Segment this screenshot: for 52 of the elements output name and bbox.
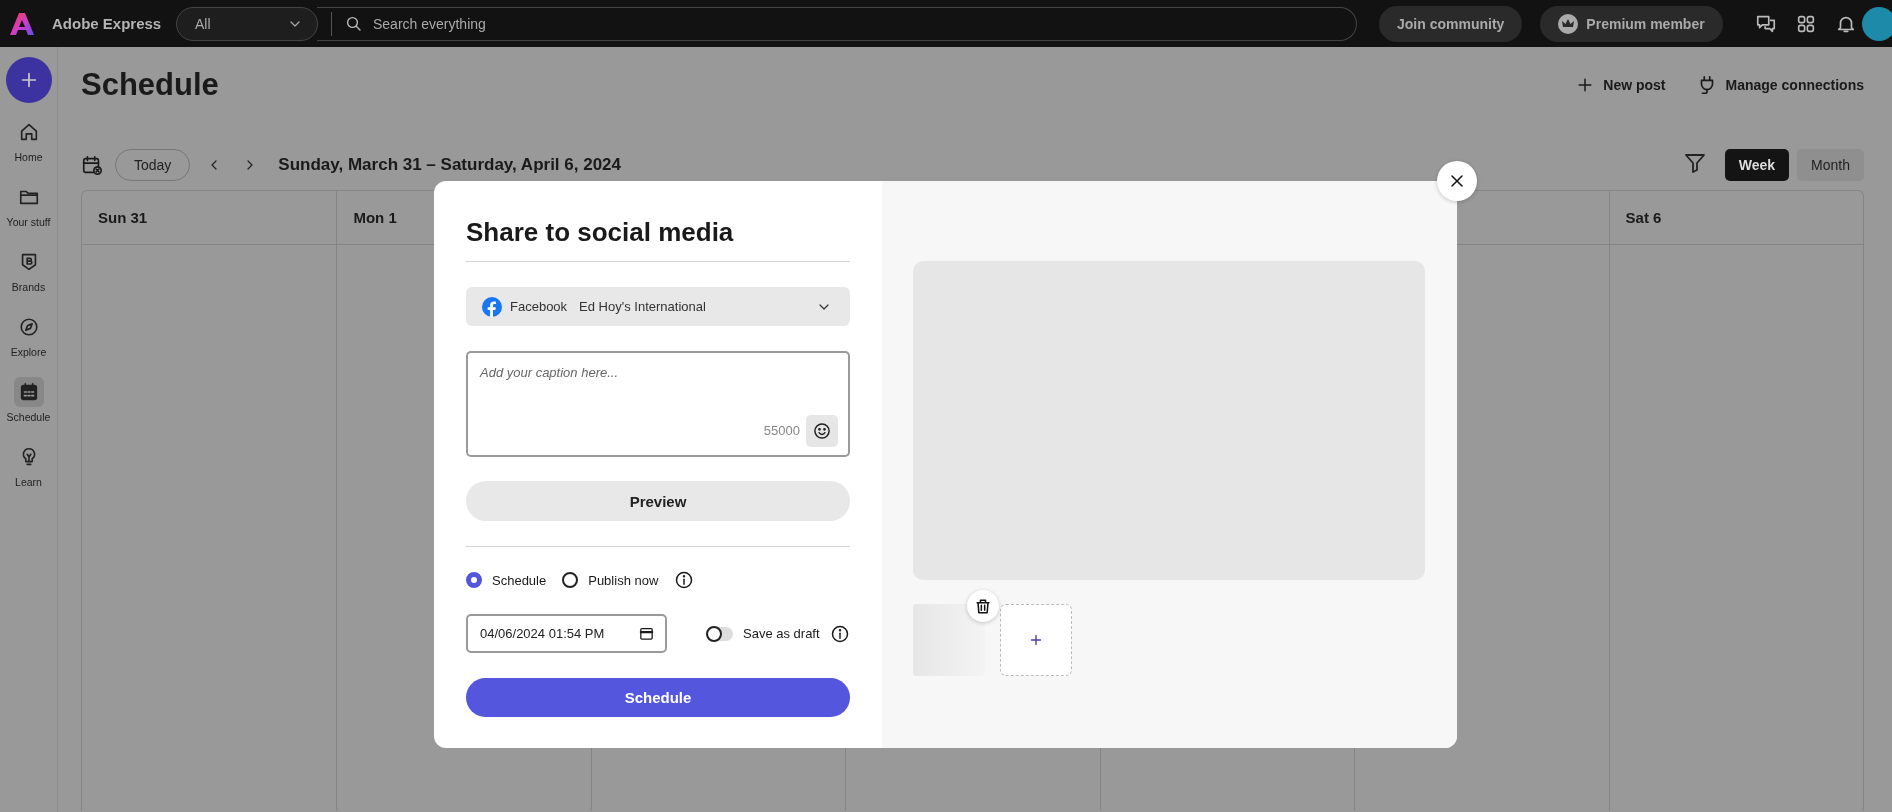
app-logo[interactable] [10,12,34,35]
radio-button[interactable] [466,572,482,588]
page-title: Schedule [81,67,220,103]
calendar-icon [81,154,103,176]
day-header: Sat 6 [1625,209,1662,226]
preview-button[interactable]: Preview [466,481,850,521]
date-range: Sunday, March 31 – Saturday, April 6, 2024 [278,155,622,175]
sidebar-item[interactable]: Your stuff [0,182,57,247]
media-thumbnail[interactable] [913,604,985,676]
draft-toggle[interactable] [707,626,733,641]
smiley-icon [812,421,832,441]
facebook-logo [482,296,502,317]
crown-icon [1558,13,1579,34]
radio-label[interactable]: Publish now [588,572,659,588]
trash-icon [973,596,993,616]
search-icon [345,14,363,33]
create-button[interactable] [5,57,52,103]
compass-icon [17,316,40,338]
schedule-button[interactable]: Schedule [466,678,850,717]
app-name: Adobe Express [52,15,163,32]
emoji-button[interactable] [806,415,838,447]
manage-connections-button[interactable]: Manage connections [1695,74,1864,96]
sidebar-item[interactable]: Learn [0,442,57,507]
network-name: Facebook [510,299,568,314]
avatar[interactable] [1862,6,1892,41]
character-counter: 55000 [763,423,800,438]
info-icon [830,623,850,644]
scope-dropdown[interactable]: All [176,6,318,41]
info-icon [674,570,695,590]
account-dropdown[interactable]: Facebook Ed Hoy's International [466,287,850,326]
toggle-label: Save as draft [743,626,821,641]
view-tab[interactable]: Month [1797,149,1864,181]
radio-button[interactable] [562,572,579,588]
day-header: Sun 31 [98,209,148,226]
search-field[interactable]: Search everything [317,6,1357,41]
premium-button[interactable]: Premium member [1540,5,1723,42]
community-button[interactable]: Join community [1379,5,1523,42]
day-header: Mon 1 [353,209,397,226]
sidebar-item[interactable]: Explore [0,312,57,377]
date-time-field[interactable]: 04/06/2024 01:54 PM [466,614,667,653]
account-name: Ed Hoy's International [579,299,707,314]
radio-label[interactable]: Schedule [492,572,547,588]
close-button[interactable] [1437,161,1477,201]
calendar-icon [638,625,655,642]
dialog-title: Share to social media [466,216,735,248]
sidebar-item[interactable]: Brands [0,247,57,312]
delete-button[interactable] [967,590,999,622]
sidebar-item[interactable]: Home [0,117,57,182]
filter-icon [1682,151,1707,175]
sidebar-item[interactable]: Schedule [0,377,57,442]
new-post-button[interactable]: New post [1575,75,1666,95]
view-tab[interactable]: Week [1724,149,1790,181]
